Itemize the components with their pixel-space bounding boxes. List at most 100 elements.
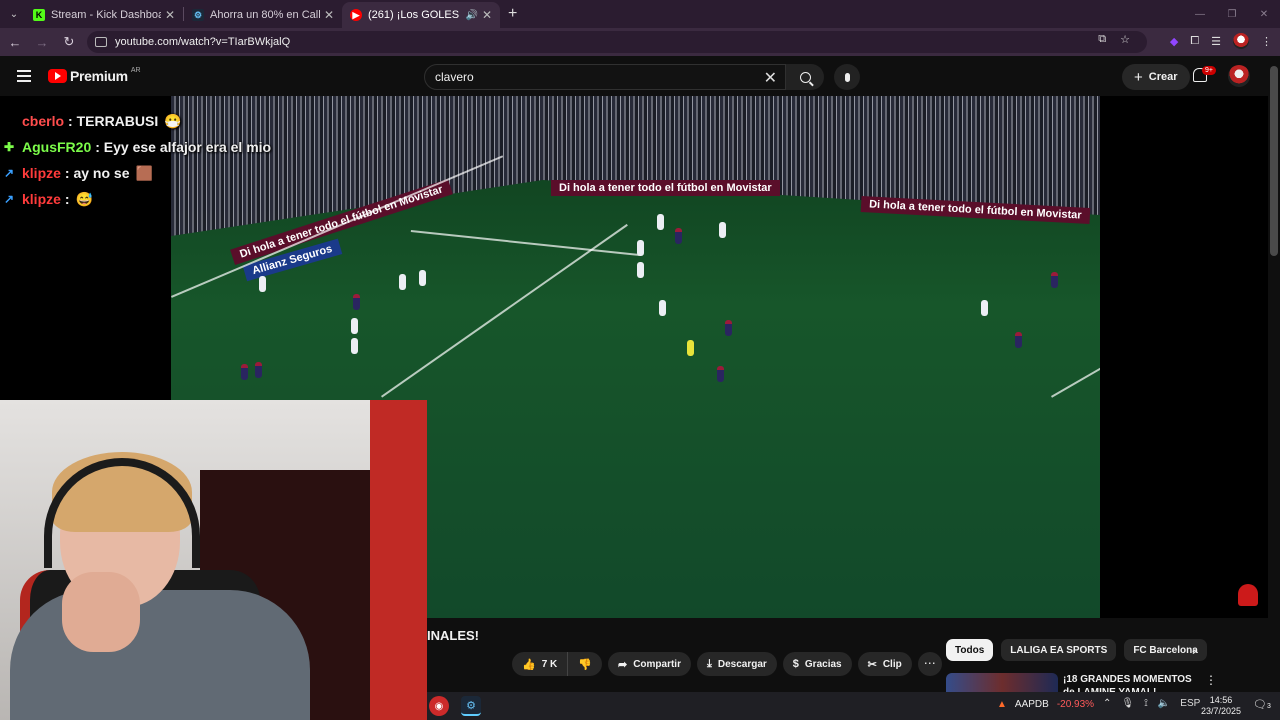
plus-icon: +	[1134, 68, 1143, 86]
more-actions-button[interactable]: ⋯	[917, 652, 942, 676]
browser-toolbar: ← → ↻ youtube.com/watch?v=TIarBWkjalQ ⧉ …	[0, 28, 1280, 56]
moderator-badge-icon: ✚	[4, 140, 15, 154]
back-arrow-icon[interactable]: ←	[3, 35, 27, 50]
chat-text: : Eyy ese alfajor era el mio	[95, 139, 272, 155]
extensions-puzzle-icon[interactable]: ⧠	[1190, 35, 1199, 48]
extensions-area: ◆ ⧠ ☰ ⋮	[1170, 33, 1272, 49]
stock-ticker[interactable]: ▲ AAPDB -20.93%	[997, 699, 1094, 710]
tab-close-icon[interactable]: ✕	[165, 8, 175, 22]
screen: ⌄ K Stream - Kick Dashboard ✕ ⚙ Ahorra u…	[0, 0, 1280, 720]
clear-search-icon[interactable]: ✕	[764, 68, 777, 88]
player	[717, 366, 724, 382]
browser-tab-strip: ⌄ K Stream - Kick Dashboard ✕ ⚙ Ahorra u…	[0, 0, 1280, 28]
youtube-header: Premium AR clavero ✕ + Crear 9+	[0, 56, 1280, 96]
chat-username: cberlo	[22, 113, 65, 129]
kebab-menu-icon[interactable]: ⋮	[1205, 673, 1217, 687]
streamer-webcam	[0, 400, 427, 720]
stock-chart-icon: ▲	[997, 699, 1007, 710]
youtube-premium-logo[interactable]: Premium AR	[48, 67, 141, 84]
tab-title: Ahorra un 80% en Call of Cthulhu	[210, 9, 320, 21]
reload-icon[interactable]: ↻	[57, 34, 81, 50]
install-app-icon[interactable]: ⧉	[1098, 33, 1106, 46]
share-label: Compartir	[633, 658, 681, 670]
account-avatar[interactable]	[1228, 65, 1250, 87]
tab-youtube-video[interactable]: ▶ (261) ¡Los GOLES del FC BARCELONA 🔊 ✕	[342, 2, 500, 28]
stream-chat-overlay: cberlo : TERRABUSI 😷 ✚ AgusFR20 : Eyy es…	[0, 108, 280, 212]
bookmark-star-icon[interactable]: ☆	[1120, 33, 1130, 46]
chat-message: cberlo : TERRABUSI 😷	[0, 108, 280, 134]
tab-search-button[interactable]: ⌄	[3, 3, 25, 25]
player	[1015, 332, 1022, 348]
chevron-right-icon[interactable]: ›	[1192, 643, 1196, 658]
chip-laliga[interactable]: LALIGA EA SPORTS	[1001, 639, 1117, 661]
chat-message: ↗ klipze : ay no se 🟫	[0, 160, 280, 186]
clip-button[interactable]: ✂ Clip	[857, 652, 912, 676]
minimize-icon[interactable]: —	[1184, 0, 1216, 28]
url-text: youtube.com/watch?v=TIarBWkjalQ	[115, 36, 291, 48]
close-window-icon[interactable]: ✕	[1248, 0, 1280, 28]
chat-text: : ay no se	[64, 165, 130, 181]
notification-bell-icon[interactable]	[1238, 584, 1258, 606]
chat-text: :	[64, 191, 70, 207]
menu-hamburger-icon[interactable]	[17, 70, 31, 82]
language-indicator[interactable]: ESP	[1180, 698, 1200, 709]
profile-avatar[interactable]	[1233, 33, 1249, 49]
thanks-label: Gracias	[804, 658, 842, 670]
clip-label: Clip	[882, 658, 902, 670]
player	[637, 262, 644, 278]
subscriber-badge-icon: ↗	[4, 192, 15, 206]
new-tab-button[interactable]: +	[508, 5, 517, 23]
steam-icon: ⚙	[192, 9, 204, 21]
notification-center-icon[interactable]: 🗨3	[1253, 698, 1271, 711]
player	[241, 364, 248, 380]
player	[657, 214, 664, 230]
player	[981, 300, 988, 316]
thanks-button[interactable]: $ Gracias	[782, 652, 852, 676]
tab-close-icon[interactable]: ✕	[482, 8, 492, 22]
restore-icon[interactable]: ❐	[1216, 0, 1248, 28]
search-input[interactable]: clavero ✕	[424, 64, 786, 90]
chat-message: ↗ klipze : 😅	[0, 186, 280, 212]
recording-app-icon[interactable]: ◉	[429, 696, 449, 716]
player	[353, 294, 360, 310]
player	[725, 320, 732, 336]
ticker-change: -20.93%	[1056, 699, 1095, 710]
share-button[interactable]: ➦ Compartir	[607, 652, 691, 676]
tab-title: (261) ¡Los GOLES del FC BARCELONA	[368, 9, 461, 21]
chat-text: : TERRABUSI	[68, 113, 159, 129]
omnibox-actions: ⧉ ☆	[1098, 33, 1130, 46]
media-control-icon[interactable]: ☰	[1211, 35, 1221, 48]
speaker-icon[interactable]: 🔊	[465, 10, 477, 21]
dislike-button[interactable]: 👎	[568, 652, 602, 676]
taskbar-clock[interactable]: 14:56 23/7/2025	[1201, 695, 1241, 717]
streamer-hoodie	[10, 590, 310, 720]
search-button[interactable]	[786, 64, 824, 90]
chip-todos[interactable]: Todos	[946, 639, 994, 661]
system-tray: ⌃ 🎙 ⟟ 🔈 ESP	[1103, 698, 1200, 709]
microphone-tray-icon[interactable]: 🎙	[1121, 698, 1134, 709]
site-info-icon[interactable]	[95, 37, 107, 47]
create-button[interactable]: + Crear	[1122, 64, 1190, 90]
steam-taskbar-icon[interactable]: ⚙	[461, 696, 481, 716]
youtube-logo-icon	[48, 69, 67, 83]
volume-icon[interactable]: 🔈	[1158, 698, 1170, 709]
like-button[interactable]: 👍 7 K	[512, 652, 569, 676]
chat-username: AgusFR20	[22, 139, 92, 155]
twitch-extension-icon[interactable]: ◆	[1170, 35, 1178, 48]
address-bar[interactable]: youtube.com/watch?v=TIarBWkjalQ	[87, 31, 1147, 53]
recommendation-chips: Todos LALIGA EA SPORTS FC Barcelona	[946, 639, 1207, 661]
tab-close-icon[interactable]: ✕	[324, 8, 334, 22]
chevron-up-icon[interactable]: ⌃	[1103, 698, 1111, 709]
network-icon[interactable]: ⟟	[1144, 698, 1148, 709]
player	[675, 228, 682, 244]
tab-steam-store[interactable]: ⚙ Ahorra un 80% en Call of Cthulhu ✕	[184, 2, 342, 28]
like-dislike-group: 👍 7 K 👎	[512, 652, 602, 676]
page-scrollbar[interactable]	[1270, 66, 1278, 256]
download-button[interactable]: ⤓ Descargar	[696, 652, 777, 676]
player	[351, 318, 358, 334]
forward-arrow-icon[interactable]: →	[30, 35, 54, 50]
tab-kick-dashboard[interactable]: K Stream - Kick Dashboard ✕	[25, 2, 183, 28]
voice-search-button[interactable]	[834, 64, 860, 90]
browser-menu-icon[interactable]: ⋮	[1261, 35, 1272, 48]
ad-board: Di hola a tener todo el fútbol en Movist…	[551, 180, 780, 196]
